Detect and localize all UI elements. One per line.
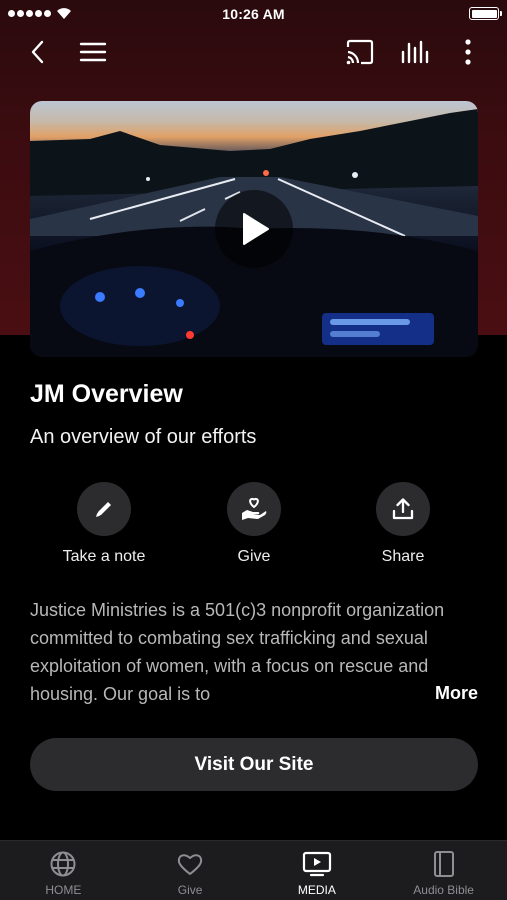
take-note-button[interactable]: Take a note: [34, 482, 174, 566]
share-button[interactable]: Share: [333, 482, 473, 566]
play-button[interactable]: [215, 190, 293, 268]
tab-give-label: Give: [177, 883, 203, 897]
more-link[interactable]: More: [435, 683, 478, 704]
hamburger-icon: [79, 42, 107, 62]
tab-bar: HOME Give MEDIA Audio Bible: [0, 840, 507, 900]
tv-play-icon: [302, 851, 331, 877]
equalizer-bars-icon: [401, 40, 429, 64]
more-options-button[interactable]: [448, 32, 488, 72]
heart-icon: [177, 854, 203, 875]
tab-audio-bible[interactable]: Audio Bible: [380, 841, 507, 900]
audio-button[interactable]: [395, 32, 435, 72]
tab-home[interactable]: HOME: [0, 841, 127, 900]
chevron-left-icon: [31, 40, 44, 64]
tab-home-label: HOME: [45, 883, 82, 897]
give-action-circle: [227, 482, 281, 536]
menu-button[interactable]: [73, 32, 113, 72]
tab-give[interactable]: Give: [127, 841, 254, 900]
media-title: JM Overview: [30, 380, 183, 408]
tab-media-label: MEDIA: [297, 883, 336, 897]
vertical-ellipsis-icon: [465, 39, 471, 65]
tab-audio-bible-label: Audio Bible: [413, 883, 474, 897]
give-action-button[interactable]: Give: [184, 482, 324, 566]
share-circle: [376, 482, 430, 536]
video-player[interactable]: [30, 101, 478, 357]
play-icon: [243, 213, 269, 245]
back-button[interactable]: [18, 32, 58, 72]
give-action-label: Give: [237, 548, 271, 565]
globe-icon: [50, 851, 76, 877]
status-bar: 10:26 AM: [0, 0, 507, 28]
share-upload-icon: [392, 498, 414, 520]
heart-hand-icon: [242, 497, 267, 520]
media-subtitle: An overview of our efforts: [30, 426, 257, 448]
cast-icon: [346, 39, 374, 65]
cast-button[interactable]: [340, 32, 380, 72]
book-icon: [433, 851, 454, 877]
status-time: 10:26 AM: [222, 6, 285, 22]
tab-media[interactable]: MEDIA: [254, 841, 381, 900]
take-note-label: Take a note: [62, 548, 146, 565]
battery-icon: [469, 7, 502, 20]
share-label: Share: [381, 548, 425, 565]
take-note-circle: [77, 482, 131, 536]
visit-site-button[interactable]: Visit Our Site: [30, 738, 478, 791]
pencil-icon: [96, 502, 111, 517]
